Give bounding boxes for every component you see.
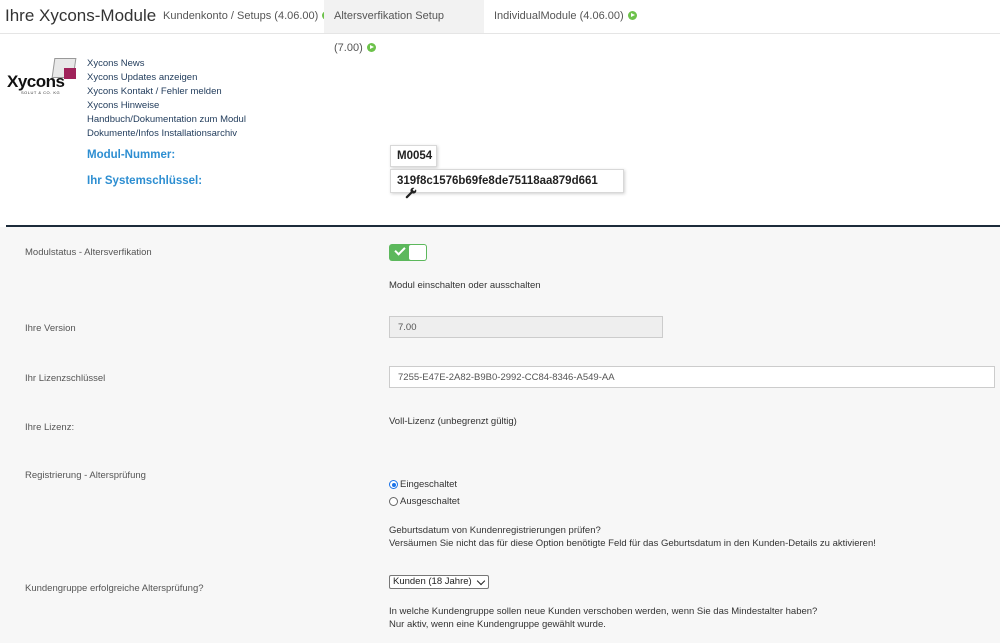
- customer-group-hint-line-2: Nur aktiv, wenn eine Kundengruppe gewähl…: [389, 619, 606, 630]
- customer-group-hint: In welche Kundengruppe sollen neue Kunde…: [389, 605, 817, 631]
- link-hints[interactable]: Xycons Hinweise: [87, 99, 246, 113]
- radio-label: Eingeschaltet: [400, 479, 458, 490]
- radio-unselected-icon: [389, 497, 398, 506]
- license-key-label: Ihr Lizenzschlüssel: [25, 373, 106, 384]
- module-number-label: Modul-Nummer:: [87, 149, 176, 161]
- module-status-toggle[interactable]: [389, 244, 427, 261]
- radio-selected-icon: [389, 480, 398, 489]
- system-key-box: 319f8c1576b69fe8de75118aa879d661: [390, 169, 624, 199]
- top-bar: Ihre Xycons-Module Kundenkonto / Setups …: [0, 0, 1000, 54]
- tab-altersverifikation[interactable]: Altersverfikation Setup (7.00): [324, 0, 484, 54]
- module-links: Xycons News Xycons Updates anzeigen Xyco…: [87, 57, 246, 141]
- logo-text: Xycons: [7, 72, 65, 91]
- link-manual[interactable]: Handbuch/Dokumentation zum Modul: [87, 113, 246, 127]
- link-updates[interactable]: Xycons Updates anzeigen: [87, 71, 246, 85]
- app-title: Ihre Xycons-Module: [5, 6, 157, 25]
- tab-label: Kundenkonto / Setups (4.06.00): [163, 10, 319, 22]
- select-value: Kunden (18 Jahre): [393, 576, 472, 587]
- toggle-knob: [409, 245, 426, 260]
- wrench-icon[interactable]: [405, 187, 417, 199]
- version-input[interactable]: [389, 316, 663, 338]
- registration-hint: Geburtsdatum von Kundenregistrierungen p…: [389, 524, 876, 550]
- registration-label: Registrierung - Altersprüfung: [25, 470, 146, 481]
- system-key-value: 319f8c1576b69fe8de75118aa879d661: [397, 175, 598, 187]
- link-contact[interactable]: Xycons Kontakt / Fehler melden: [87, 85, 246, 99]
- license-key-input[interactable]: [389, 366, 995, 388]
- radio-ausgeschaltet[interactable]: Ausgeschaltet: [389, 496, 460, 507]
- module-number-box: M0054: [390, 145, 437, 167]
- logo-accent-icon: [64, 68, 76, 79]
- tab-individualmodule[interactable]: IndividualModule (4.06.00): [484, 0, 647, 33]
- module-status-label: Modulstatus - Altersverfikation: [25, 247, 152, 258]
- radio-eingeschaltet[interactable]: Eingeschaltet: [389, 479, 457, 490]
- customer-group-hint-line-1: In welche Kundengruppe sollen neue Kunde…: [389, 606, 818, 617]
- tab-label: IndividualModule (4.06.00): [494, 10, 624, 22]
- license-value: Voll-Lizenz (unbegrenzt gültig): [389, 416, 517, 427]
- play-circle-icon: [366, 43, 376, 52]
- customer-group-select[interactable]: Kunden (18 Jahre): [389, 575, 489, 589]
- tab-kundenkonto[interactable]: Kundenkonto / Setups (4.06.00): [153, 0, 341, 33]
- customer-group-label: Kundengruppe erfolgreiche Altersprüfung?: [25, 583, 204, 594]
- play-circle-icon: [627, 11, 637, 20]
- link-news[interactable]: Xycons News: [87, 57, 246, 71]
- tab-label: Altersverfikation Setup (7.00): [334, 10, 445, 54]
- logo-subtext: SOLUT & CO. KG: [21, 90, 61, 95]
- link-archive[interactable]: Dokumente/Infos Installationsarchiv: [87, 127, 246, 141]
- check-icon: [394, 244, 406, 256]
- module-status-hint: Modul einschalten oder ausschalten: [389, 280, 541, 291]
- version-label: Ihre Version: [25, 323, 76, 334]
- registration-hint-line-1: Geburtsdatum von Kundenregistrierungen p…: [389, 525, 601, 536]
- chevron-down-icon: [476, 576, 485, 586]
- xycons-logo: Xycons SOLUT & CO. KG: [7, 58, 77, 98]
- registration-hint-line-2: Versäumen Sie nicht das für diese Option…: [389, 538, 876, 549]
- license-label: Ihre Lizenz:: [25, 422, 75, 433]
- system-key-label: Ihr Systemschlüssel:: [87, 175, 203, 187]
- radio-label: Ausgeschaltet: [400, 496, 460, 507]
- module-number-value: M0054: [397, 150, 433, 162]
